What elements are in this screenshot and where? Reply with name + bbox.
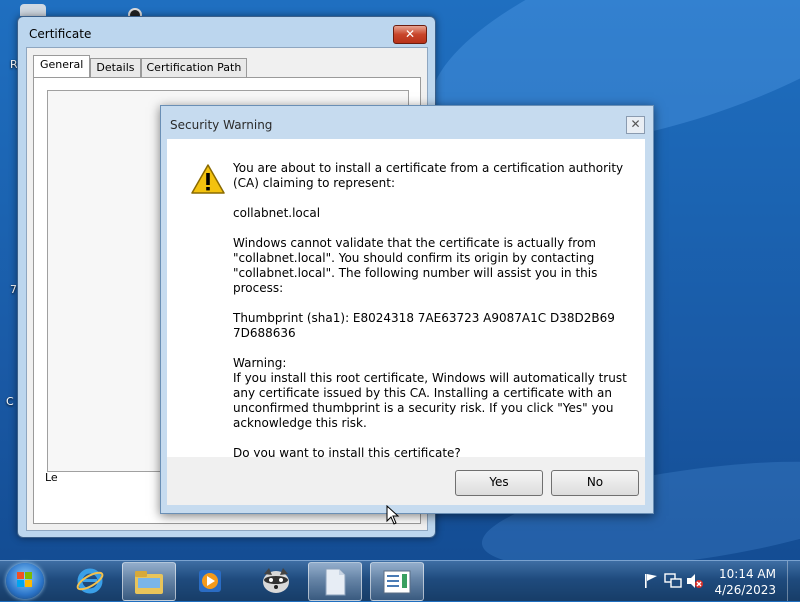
taskbar-certificate-manager[interactable]	[370, 562, 424, 601]
taskbar-media-player[interactable]	[184, 562, 236, 599]
taskbar-internet-explorer[interactable]	[64, 562, 116, 599]
security-warning-footer: Yes No	[167, 457, 645, 505]
security-warning-content: You are about to install a certificate f…	[167, 139, 645, 460]
warning-triangle-icon	[191, 164, 225, 194]
risk-warning-text: Warning: If you install this root certif…	[233, 356, 627, 430]
validation-text: Windows cannot validate that the certifi…	[233, 236, 598, 295]
document-icon	[325, 568, 346, 595]
security-warning-close-button[interactable]: ✕	[626, 116, 645, 134]
security-warning-dialog: Security Warning ✕ You are about to inst…	[160, 105, 654, 514]
certificate-tabs: General Details Certification Path	[33, 55, 248, 78]
system-tray: 10:14 AM 4/26/2023	[630, 561, 800, 601]
mouse-cursor-icon	[386, 505, 400, 525]
tab-general[interactable]: General	[33, 55, 91, 78]
clock-date[interactable]: 4/26/2023	[714, 583, 776, 597]
show-desktop-button[interactable]	[787, 561, 800, 601]
thumbprint-text: Thumbprint (sha1): E8024318 7AE63723 A90…	[233, 311, 615, 340]
certificate-window-title: Certificate	[29, 27, 92, 41]
desktop-icon-recycle-bin[interactable]	[20, 4, 46, 16]
taskbar: 10:14 AM 4/26/2023	[0, 560, 800, 601]
security-warning-titlebar[interactable]: Security Warning ✕	[161, 106, 653, 134]
taskbar-raccoon-app[interactable]	[250, 562, 302, 599]
desktop-icon-label: C	[6, 395, 14, 408]
taskbar-document[interactable]	[308, 562, 362, 601]
network-icon[interactable]	[664, 573, 682, 589]
flag-icon[interactable]	[644, 573, 658, 589]
start-orb-icon[interactable]	[6, 563, 44, 599]
recycle-bin-icon	[20, 4, 46, 16]
partial-label: Le	[45, 471, 58, 484]
raccoon-app-icon	[263, 567, 289, 593]
tab-details[interactable]: Details	[90, 58, 141, 78]
tab-certification-path[interactable]: Certification Path	[140, 58, 248, 78]
taskbar-file-explorer[interactable]	[122, 562, 176, 601]
certificate-manager-icon	[383, 570, 411, 593]
desktop-icon-label: 7	[10, 283, 17, 296]
windows-logo-icon	[17, 572, 32, 587]
volume-muted-icon[interactable]	[686, 573, 704, 589]
warning-intro-text: You are about to install a certificate f…	[233, 161, 624, 190]
yes-button[interactable]: Yes	[455, 470, 543, 496]
media-player-icon	[199, 569, 221, 592]
no-button[interactable]: No	[551, 470, 639, 496]
security-warning-title: Security Warning	[170, 118, 273, 132]
warning-message: You are about to install a certificate f…	[233, 161, 628, 476]
certificate-close-button[interactable]: ✕	[393, 25, 427, 44]
file-explorer-icon	[135, 570, 163, 594]
clock-time[interactable]: 10:14 AM	[719, 567, 776, 581]
internet-explorer-icon	[76, 568, 104, 593]
ca-name-text: collabnet.local	[233, 206, 321, 220]
